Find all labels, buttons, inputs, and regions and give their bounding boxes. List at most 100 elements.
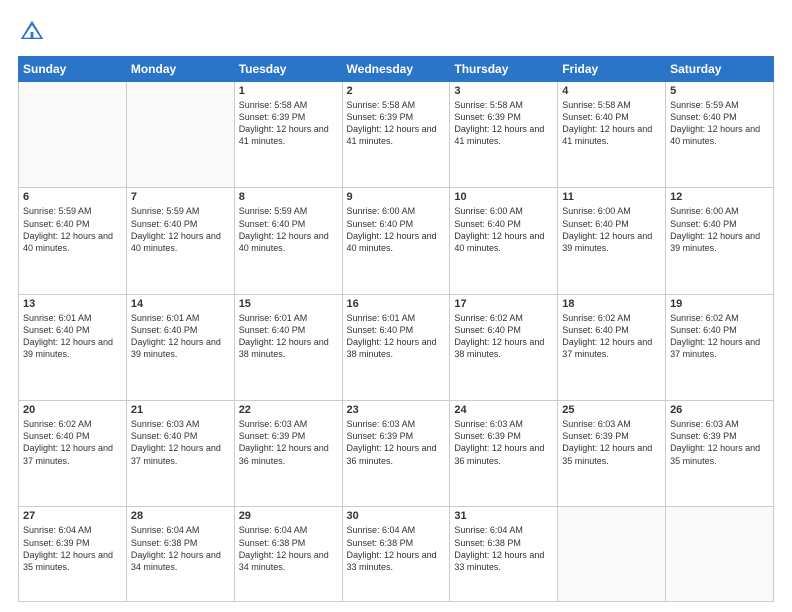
header-sunday: Sunday [19,57,127,82]
table-row: 19Sunrise: 6:02 AM Sunset: 6:40 PM Dayli… [666,294,774,400]
day-number: 28 [131,510,230,522]
day-info: Sunrise: 5:59 AM Sunset: 6:40 PM Dayligh… [23,205,122,254]
day-number: 17 [454,298,553,310]
day-info: Sunrise: 5:59 AM Sunset: 6:40 PM Dayligh… [131,205,230,254]
calendar-week-row: 27 Sunrise: 6:04 AM Sunset: 6:39 PM Dayli… [19,507,774,602]
header-wednesday: Wednesday [342,57,450,82]
day-number: 25 [562,404,661,416]
table-row [558,507,666,602]
day-info: Sunrise: 6:03 AM Sunset: 6:39 PM Dayligh… [239,418,338,467]
table-row [19,82,127,188]
day-number: 23 [347,404,446,416]
day-number: 30 [347,510,446,522]
day-number: 31 [454,510,553,522]
day-info: Sunrise: 6:03 AM Sunset: 6:40 PM Dayligh… [131,418,230,467]
day-info: Sunrise: 6:02 AM Sunset: 6:40 PM Dayligh… [562,312,661,361]
day-number: 11 [562,191,661,203]
day-info: Sunrise: 5:59 AM Sunset: 6:40 PM Dayligh… [670,99,769,148]
day-number: 9 [347,191,446,203]
day-number: 20 [23,404,122,416]
header-saturday: Saturday [666,57,774,82]
day-number: 8 [239,191,338,203]
table-row: 29 Sunrise: 6:04 AM Sunset: 6:38 PM Dayli… [234,507,342,602]
day-info: Sunrise: 6:00 AM Sunset: 6:40 PM Dayligh… [347,205,446,254]
table-row: 16 Sunrise: 6:01 AM Sunset: 6:40 PM Dayli… [342,294,450,400]
day-info: Sunrise: 6:00 AM Sunset: 6:40 PM Dayligh… [454,205,553,254]
table-row: 9 Sunrise: 6:00 AM Sunset: 6:40 PM Daylig… [342,188,450,294]
day-info: Sunrise: 5:58 AM Sunset: 6:39 PM Dayligh… [347,99,446,148]
table-row: 10 Sunrise: 6:00 AM Sunset: 6:40 PM Dayli… [450,188,558,294]
day-number: 13 [23,298,122,310]
day-number: 21 [131,404,230,416]
calendar-header-row: Sunday Monday Tuesday Wednesday Thursday… [19,57,774,82]
table-row: 13 Sunrise: 6:01 AM Sunset: 6:40 PM Dayli… [19,294,127,400]
day-number: 24 [454,404,553,416]
calendar-week-row: 13 Sunrise: 6:01 AM Sunset: 6:40 PM Dayli… [19,294,774,400]
day-info: Sunrise: 6:00 AM Sunset: 6:40 PM Dayligh… [670,205,769,254]
header-monday: Monday [126,57,234,82]
logo [18,18,50,46]
day-info: Sunrise: 6:02 AM Sunset: 6:40 PM Dayligh… [454,312,553,361]
table-row: 22 Sunrise: 6:03 AM Sunset: 6:39 PM Dayli… [234,401,342,507]
day-number: 3 [454,85,553,97]
day-number: 16 [347,298,446,310]
calendar-week-row: 1 Sunrise: 5:58 AM Sunset: 6:39 PM Daylig… [19,82,774,188]
header-thursday: Thursday [450,57,558,82]
day-info: Sunrise: 6:04 AM Sunset: 6:38 PM Dayligh… [347,524,446,573]
table-row: 3Sunrise: 5:58 AM Sunset: 6:39 PM Daylig… [450,82,558,188]
table-row: 15 Sunrise: 6:01 AM Sunset: 6:40 PM Dayli… [234,294,342,400]
header-friday: Friday [558,57,666,82]
day-info: Sunrise: 5:58 AM Sunset: 6:39 PM Dayligh… [239,99,338,148]
day-number: 7 [131,191,230,203]
table-row: 12 Sunrise: 6:00 AM Sunset: 6:40 PM Dayli… [666,188,774,294]
day-number: 26 [670,404,769,416]
day-info: Sunrise: 6:02 AM Sunset: 6:40 PM Dayligh… [23,418,122,467]
table-row: 18 Sunrise: 6:02 AM Sunset: 6:40 PM Dayli… [558,294,666,400]
table-row: 17 Sunrise: 6:02 AM Sunset: 6:40 PM Dayli… [450,294,558,400]
table-row [126,82,234,188]
day-number: 10 [454,191,553,203]
table-row: 24 Sunrise: 6:03 AM Sunset: 6:39 PM Dayli… [450,401,558,507]
table-row: 26Sunrise: 6:03 AM Sunset: 6:39 PM Dayli… [666,401,774,507]
day-info: Sunrise: 6:01 AM Sunset: 6:40 PM Dayligh… [23,312,122,361]
day-info: Sunrise: 6:03 AM Sunset: 6:39 PM Dayligh… [454,418,553,467]
day-number: 29 [239,510,338,522]
calendar-week-row: 20 Sunrise: 6:02 AM Sunset: 6:40 PM Dayli… [19,401,774,507]
day-number: 27 [23,510,122,522]
table-row: 21 Sunrise: 6:03 AM Sunset: 6:40 PM Dayli… [126,401,234,507]
day-info: Sunrise: 6:04 AM Sunset: 6:38 PM Dayligh… [239,524,338,573]
day-info: Sunrise: 6:02 AM Sunset: 6:40 PM Dayligh… [670,312,769,361]
day-number: 5 [670,85,769,97]
table-row: 5 Sunrise: 5:59 AM Sunset: 6:40 PM Daylig… [666,82,774,188]
day-info: Sunrise: 6:04 AM Sunset: 6:38 PM Dayligh… [454,524,553,573]
day-info: Sunrise: 6:03 AM Sunset: 6:39 PM Dayligh… [347,418,446,467]
table-row: 31 Sunrise: 6:04 AM Sunset: 6:38 PM Dayli… [450,507,558,602]
day-number: 12 [670,191,769,203]
day-number: 6 [23,191,122,203]
day-number: 4 [562,85,661,97]
table-row: 30 Sunrise: 6:04 AM Sunset: 6:38 PM Dayli… [342,507,450,602]
table-row: 7 Sunrise: 5:59 AM Sunset: 6:40 PM Daylig… [126,188,234,294]
calendar-table: Sunday Monday Tuesday Wednesday Thursday… [18,56,774,602]
day-info: Sunrise: 6:04 AM Sunset: 6:39 PM Dayligh… [23,524,122,573]
day-info: Sunrise: 6:04 AM Sunset: 6:38 PM Dayligh… [131,524,230,573]
logo-icon [18,18,46,46]
day-number: 15 [239,298,338,310]
table-row: 6 Sunrise: 5:59 AM Sunset: 6:40 PM Daylig… [19,188,127,294]
table-row: 1 Sunrise: 5:58 AM Sunset: 6:39 PM Daylig… [234,82,342,188]
day-info: Sunrise: 6:01 AM Sunset: 6:40 PM Dayligh… [347,312,446,361]
day-number: 14 [131,298,230,310]
day-number: 1 [239,85,338,97]
day-info: Sunrise: 6:01 AM Sunset: 6:40 PM Dayligh… [239,312,338,361]
day-number: 22 [239,404,338,416]
day-number: 18 [562,298,661,310]
page-header [18,18,774,46]
table-row: 23 Sunrise: 6:03 AM Sunset: 6:39 PM Dayli… [342,401,450,507]
table-row: 11Sunrise: 6:00 AM Sunset: 6:40 PM Dayli… [558,188,666,294]
table-row: 2 Sunrise: 5:58 AM Sunset: 6:39 PM Daylig… [342,82,450,188]
day-info: Sunrise: 6:01 AM Sunset: 6:40 PM Dayligh… [131,312,230,361]
table-row: 27 Sunrise: 6:04 AM Sunset: 6:39 PM Dayli… [19,507,127,602]
day-number: 2 [347,85,446,97]
table-row: 25Sunrise: 6:03 AM Sunset: 6:39 PM Dayli… [558,401,666,507]
calendar-week-row: 6 Sunrise: 5:59 AM Sunset: 6:40 PM Daylig… [19,188,774,294]
